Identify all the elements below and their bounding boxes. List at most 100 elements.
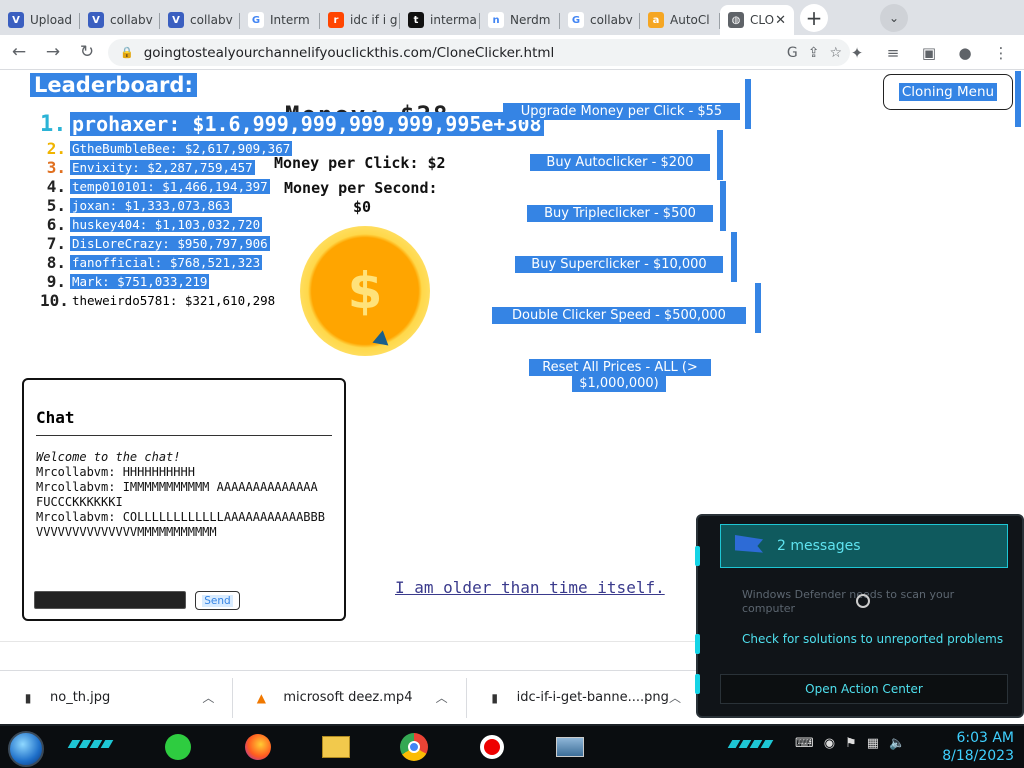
leaderboard-name-score: theweirdo5781: $321,610,298 (72, 293, 276, 308)
leaderboard-rank: 10. (40, 291, 69, 310)
browser-tab[interactable]: r idc if i g (320, 5, 400, 35)
image-viewer-icon[interactable] (552, 731, 588, 763)
tab-favicon-icon: V (8, 12, 24, 28)
taskbar-decor (67, 740, 114, 748)
popup-edge-decor (695, 674, 700, 694)
notification-popup: 2 messages Windows Defender needs to sca… (695, 514, 1024, 718)
chat-send-button[interactable]: Send (195, 591, 240, 610)
chat-welcome: Welcome to the chat! (36, 450, 181, 464)
tab-label: collabv (590, 13, 633, 27)
address-bar[interactable]: 🔒 goingtostealyourchannelifyouclickthis.… (108, 39, 850, 66)
forward-button[interactable]: → (38, 37, 68, 67)
chevron-up-icon[interactable]: ︿ (202, 689, 214, 706)
upgrade-money-per-click-button[interactable]: Upgrade Money per Click - $55 (503, 103, 740, 120)
browser-tab[interactable]: n Nerdm (480, 5, 560, 35)
tab-label: Interm (270, 13, 310, 27)
reload-button[interactable]: ↻ (72, 37, 102, 67)
record-tray-icon[interactable]: ◉ (824, 736, 835, 751)
download-filename: microsoft deez.mp4 (283, 690, 413, 705)
buy-tripleclicker-button[interactable]: Buy Tripleclicker - $500 (527, 205, 713, 222)
busy-cursor-icon (856, 594, 870, 608)
reset-all-prices-line2[interactable]: $1,000,000) (572, 375, 666, 392)
money-per-click: Money per Click: $2 (274, 154, 446, 172)
browser-tab[interactable]: Vcollabv (80, 5, 160, 35)
older-than-time-link[interactable]: I am older than time itself. (395, 578, 665, 597)
double-clicker-speed-button[interactable]: Double Clicker Speed - $500,000 (492, 307, 746, 324)
leaderboard-entry: 6. huskey404: $1,103,032,720 (40, 215, 544, 234)
browser-tab[interactable]: Gcollabv (560, 5, 640, 35)
buy-superclicker-button[interactable]: Buy Superclicker - $10,000 (515, 256, 723, 273)
google-lens-icon[interactable]: G (787, 45, 798, 61)
leaderboard-name-score: huskey404: $1,103,032,720 (70, 217, 263, 232)
tab-label: Upload (30, 13, 73, 27)
media-icon[interactable]: ≡ (878, 38, 908, 68)
bookmark-star-icon[interactable]: ☆ (829, 45, 842, 61)
tab-label: AutoCl (670, 13, 710, 27)
page-divider (0, 641, 700, 642)
browser-tab-active[interactable]: ◍ CLO ✕ (720, 5, 794, 35)
leaderboard-rank: 4. (46, 177, 66, 196)
clicker-coin-button[interactable]: $ (300, 226, 430, 356)
menu-icon[interactable]: ⋮ (986, 38, 1016, 68)
browser-tab[interactable]: Vcollabv (160, 5, 240, 35)
chevron-up-icon[interactable]: ︿ (669, 689, 681, 706)
browser-tab[interactable]: G Interm (240, 5, 320, 35)
leaderboard-name-score: temp010101: $1,466,194,397 (70, 179, 270, 194)
new-tab-button[interactable]: + (800, 3, 828, 32)
buy-autoclicker-button[interactable]: Buy Autoclicker - $200 (530, 154, 710, 171)
leaderboard-rank: 9. (46, 272, 66, 291)
leaderboard-name-score: joxan: $1,333,073,863 (70, 198, 233, 213)
profile-icon[interactable]: ● (950, 38, 980, 68)
chat-panel: Chat Welcome to the chat! Mrcollabvm: HH… (22, 378, 346, 621)
chat-title: Chat (36, 408, 75, 427)
chrome-icon[interactable] (396, 731, 432, 763)
chat-input[interactable] (34, 591, 186, 609)
download-item[interactable]: ▲ microsoft deez.mp4 ︿ (233, 677, 467, 718)
leaderboard-entry: 7. DisLoreCrazy: $950,797,906 (40, 234, 544, 253)
start-button[interactable] (8, 731, 44, 767)
back-button[interactable]: ← (4, 37, 34, 67)
browser-tab[interactable]: V Upload (0, 5, 80, 35)
cloning-menu-label: Cloning Menu (898, 83, 998, 101)
browser-tab[interactable]: a AutoCl (640, 5, 720, 35)
leaderboard-entry: 1. prohaxer: $1.6,999,999,999,999,995e+30… (40, 109, 544, 139)
tab-label: collabv (110, 13, 153, 27)
leaderboard-rank: 2. (46, 139, 66, 158)
leaderboard-list: 1. prohaxer: $1.6,999,999,999,999,995e+30… (40, 109, 544, 310)
flag-icon[interactable]: ⚑ (845, 736, 857, 751)
browser-toolbar: ← → ↻ 🔒 goingtostealyourchannelifyouclic… (0, 35, 1024, 70)
download-item[interactable]: ▮ idc-if-i-get-banne....png ︿ (467, 677, 700, 718)
share-icon[interactable]: ⇪ (808, 45, 820, 61)
firefox-icon[interactable] (240, 731, 276, 763)
tab-favicon-icon: r (328, 12, 344, 28)
globe-icon: ◍ (728, 12, 744, 28)
chat-divider (36, 435, 332, 436)
tab-favicon-icon: V (168, 12, 184, 28)
keyboard-icon[interactable]: ⌨ (795, 736, 814, 751)
tab-search-button[interactable]: ⌄ (880, 4, 908, 32)
taskbar-decor (727, 740, 774, 748)
record-icon[interactable] (474, 731, 510, 763)
side-panel-icon[interactable]: ▣ (914, 38, 944, 68)
chat-message: Mrcollabvm: IMMMMMMMMMMM AAAAAAAAAAAAAA … (36, 480, 318, 509)
leaderboard-name-score: prohaxer: $1.6,999,999,999,999,995e+308 (70, 112, 544, 136)
vlc-cone-icon: ▲ (256, 690, 266, 705)
download-item[interactable]: ▮ no_th.jpg ︿ (0, 677, 234, 718)
chat-message: Mrcollabvm: HHHHHHHHHH (36, 465, 195, 479)
network-icon[interactable]: ▦ (867, 736, 879, 751)
browser-tab[interactable]: t interma (400, 5, 480, 35)
cloning-menu-button[interactable]: Cloning Menu (883, 74, 1013, 110)
notes-app-icon[interactable] (160, 731, 196, 763)
notification-header[interactable]: 2 messages (720, 524, 1008, 568)
reset-all-prices-button[interactable]: Reset All Prices - ALL (> (529, 359, 711, 376)
file-explorer-icon[interactable] (318, 731, 354, 763)
shop-selection-bar (717, 130, 723, 180)
close-tab-icon[interactable]: ✕ (775, 13, 786, 28)
volume-icon[interactable]: 🔈 (889, 736, 905, 751)
open-action-center-button[interactable]: Open Action Center (720, 674, 1008, 704)
chevron-up-icon[interactable]: ︿ (436, 689, 448, 706)
shop-selection-bar (1015, 71, 1021, 127)
system-clock[interactable]: 6:03 AM 8/18/2023 (942, 729, 1014, 765)
check-solutions-link[interactable]: Check for solutions to unreported proble… (742, 632, 1003, 646)
extensions-icon[interactable]: ✦ (842, 38, 872, 68)
